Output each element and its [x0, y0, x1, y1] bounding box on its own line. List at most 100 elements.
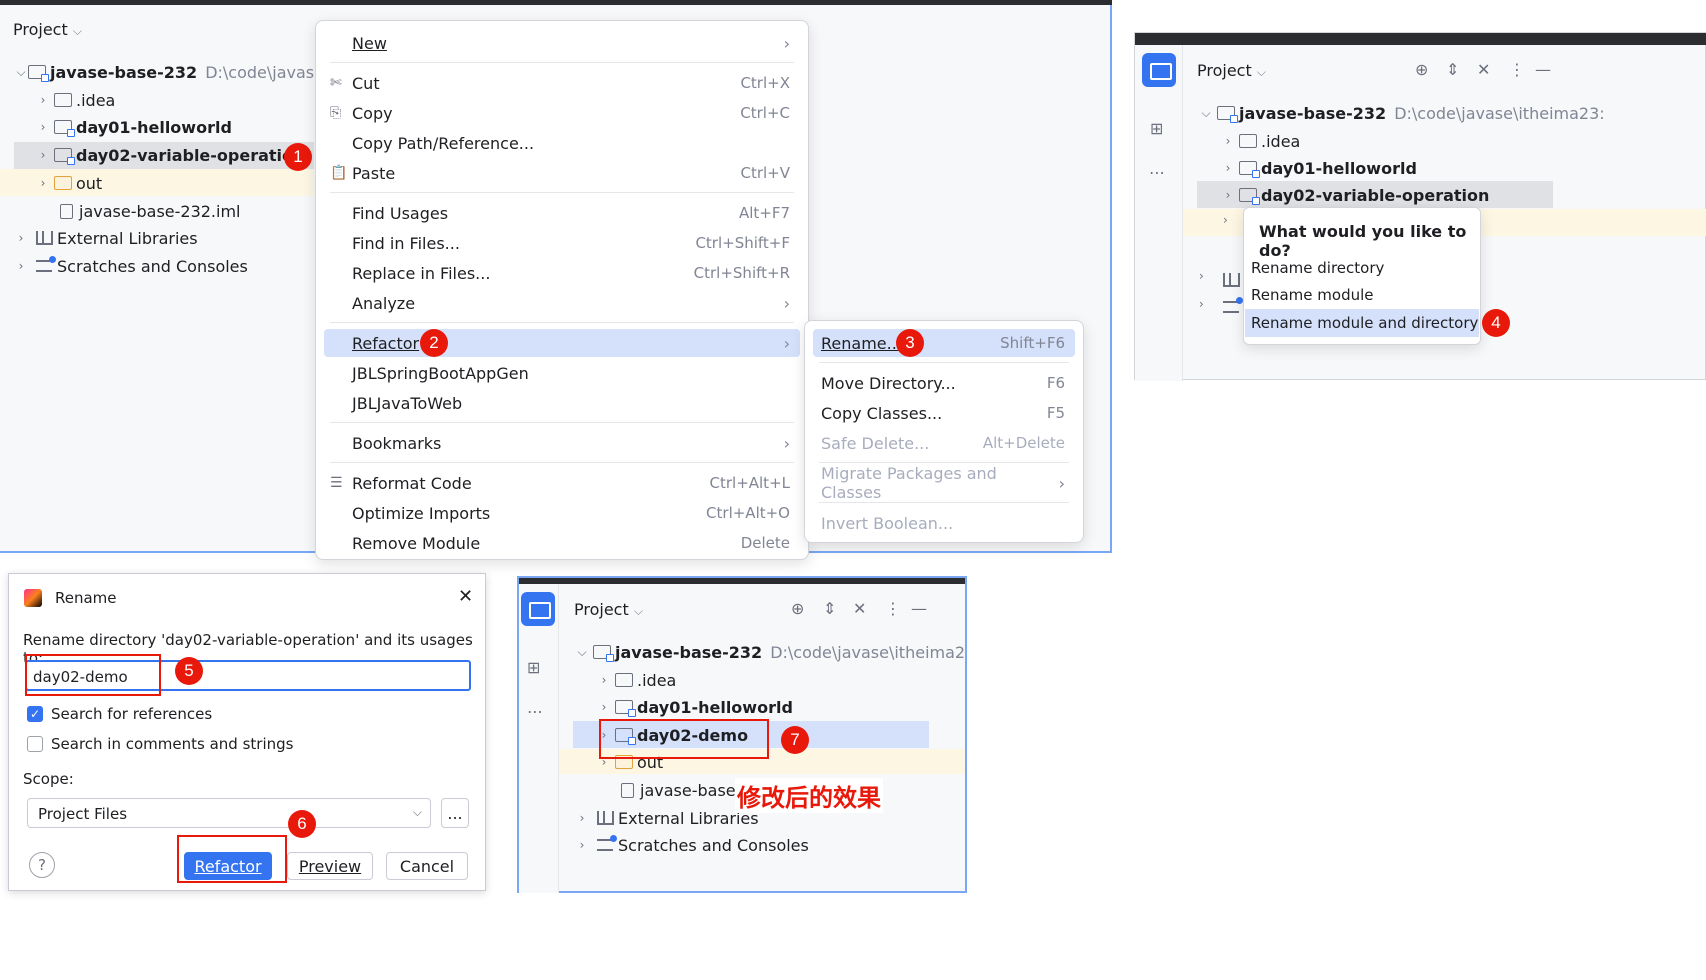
tree-root[interactable]: ⌵ javase-base-232 D:\code\javase\itheima2…	[575, 638, 965, 666]
module-folder-icon	[593, 645, 614, 662]
more-icon[interactable]: ⋯	[1149, 163, 1165, 182]
right-project-panel: ⊞ ⋯ Project ⌵ ⊕ ⇕ ✕ ⋮ — ⌵ javase-base-23…	[1134, 32, 1706, 381]
step-badge-1: 1	[284, 143, 312, 171]
highlight-box-6	[177, 835, 287, 883]
cancel-button[interactable]: Cancel	[386, 852, 468, 880]
minimize-icon[interactable]: —	[911, 599, 927, 618]
minimize-icon[interactable]: —	[1535, 60, 1551, 79]
module-folder-icon	[1239, 161, 1260, 178]
tree-item-idea[interactable]: › .idea	[36, 86, 116, 114]
more-icon[interactable]: ⋯	[527, 702, 543, 721]
folder-icon	[1239, 134, 1257, 148]
expand-icon[interactable]: ⇕	[823, 599, 836, 618]
tree-item-day01[interactable]: › day01-helloworld	[36, 113, 232, 141]
menu-item-refactor[interactable]: Refactor ›	[324, 329, 800, 357]
menu-item-jbl-spring[interactable]: JBLSpringBootAppGen	[324, 359, 800, 387]
panel-title[interactable]: Project ⌵	[574, 600, 643, 619]
module-folder-icon	[54, 148, 75, 165]
tree-item-external-libraries[interactable]: › External Libraries	[14, 224, 198, 252]
highlight-box-7	[599, 719, 769, 759]
menu-item-cut[interactable]: ✄ Cut Ctrl+X	[324, 69, 800, 97]
submenu-item-migrate[interactable]: Migrate Packages and Classes ›	[813, 464, 1075, 502]
structure-icon[interactable]: ⊞	[527, 658, 540, 677]
step-badge-7: 7	[781, 726, 809, 754]
menu-item-find-usages[interactable]: Find Usages Alt+F7	[324, 199, 800, 227]
search-references-checkbox[interactable]: ✓	[27, 706, 43, 722]
module-folder-icon	[615, 700, 636, 717]
scope-select[interactable]: Project Files ⌵	[27, 798, 431, 828]
tree-item-idea[interactable]: › .idea	[597, 666, 677, 694]
step-badge-2: 2	[420, 329, 448, 357]
highlight-box-5	[25, 654, 161, 696]
preview-button[interactable]: Preview	[287, 852, 373, 880]
tree-item-scratches[interactable]: › Scratches and Consoles	[14, 252, 248, 280]
scope-browse-button[interactable]: ...	[441, 798, 469, 828]
search-comments-checkbox[interactable]	[27, 736, 43, 752]
rename-choice-popup: What would you like to do? Rename direct…	[1243, 207, 1481, 345]
context-menu: New › ✄ Cut Ctrl+X ⎘ Copy Ctrl+C Copy Path/Re…	[315, 20, 809, 560]
dialog-title: Rename	[55, 589, 117, 607]
menu-item-find-in-files[interactable]: Find in Files... Ctrl+Shift+F	[324, 229, 800, 257]
step-badge-4: 4	[1482, 309, 1510, 337]
locate-icon[interactable]: ⊕	[791, 599, 804, 618]
folder-icon	[54, 93, 72, 107]
submenu-item-move-directory[interactable]: Move Directory... F6	[813, 369, 1075, 397]
result-annotation: 修改后的效果	[735, 778, 883, 813]
menu-item-new[interactable]: New ›	[324, 29, 800, 57]
menu-item-jbl-web[interactable]: JBLJavaToWeb	[324, 389, 800, 417]
close-icon[interactable]: ✕	[458, 586, 473, 607]
tree-item-iml[interactable]: javase-base-232.iml	[60, 197, 241, 225]
tree-item-day02[interactable]: › day02-variable-operation	[1221, 181, 1489, 209]
locate-icon[interactable]: ⊕	[1415, 60, 1428, 79]
tree-item-scratches[interactable]: › Scratches and Consoles	[575, 831, 809, 859]
submenu-item-rename[interactable]: Rename... Shift+F6	[813, 329, 1075, 357]
file-icon	[621, 782, 634, 798]
submenu-item-copy-classes[interactable]: Copy Classes... F5	[813, 399, 1075, 427]
menu-item-replace-in-files[interactable]: Replace in Files... Ctrl+Shift+R	[324, 259, 800, 287]
module-folder-icon	[1239, 188, 1260, 205]
collapse-icon[interactable]: ✕	[1477, 60, 1490, 79]
tree-item-out[interactable]: › out	[36, 169, 103, 197]
menu-item-remove-module[interactable]: Remove Module Delete	[324, 529, 800, 557]
refactor-submenu: Rename... Shift+F6 Move Directory... F6 Co…	[804, 320, 1084, 543]
tree-item-day01[interactable]: › day01-helloworld	[1221, 154, 1417, 182]
project-tool-button[interactable]	[1142, 53, 1176, 87]
structure-icon[interactable]: ⊞	[1150, 119, 1163, 138]
tree-item-iml[interactable]: javase-base-	[621, 776, 741, 804]
submenu-item-safe-delete[interactable]: Safe Delete... Alt+Delete	[813, 429, 1075, 457]
menu-item-optimize-imports[interactable]: Optimize Imports Ctrl+Alt+O	[324, 499, 800, 527]
option-rename-module-and-directory[interactable]: Rename module and directory	[1251, 314, 1478, 332]
tree-item-external-libraries[interactable]: › External Libraries	[575, 804, 759, 832]
panel-title[interactable]: Project ⌵	[1197, 61, 1266, 80]
options-icon[interactable]: ⋮	[885, 599, 901, 618]
menu-item-paste[interactable]: 📋 Paste Ctrl+V	[324, 159, 800, 187]
option-rename-module[interactable]: Rename module	[1251, 286, 1374, 304]
panel-title[interactable]: Project ⌵	[13, 20, 82, 39]
help-button[interactable]: ?	[29, 852, 55, 878]
result-project-panel: ⊞ ⋯ Project ⌵ ⊕ ⇕ ✕ ⋮ — ⌵ javase-base-23…	[517, 576, 967, 893]
menu-item-copy[interactable]: ⎘ Copy Ctrl+C	[324, 99, 800, 127]
expand-icon[interactable]: ⇕	[1446, 60, 1459, 79]
menu-item-analyze[interactable]: Analyze ›	[324, 289, 800, 317]
tree-item-day01[interactable]: › day01-helloworld	[597, 693, 793, 721]
options-icon[interactable]: ⋮	[1509, 60, 1525, 79]
tree-root[interactable]: ⌵ javase-base-232 D:\code\javase\itheima2…	[1199, 99, 1605, 127]
menu-item-reformat[interactable]: ☰ Reformat Code Ctrl+Alt+L	[324, 469, 800, 497]
tree-item-idea[interactable]: › .idea	[1221, 127, 1301, 155]
copy-icon: ⎘	[330, 105, 342, 121]
search-comments-label: Search in comments and strings	[51, 735, 294, 753]
folder-icon	[615, 673, 633, 687]
option-rename-directory[interactable]: Rename directory	[1251, 259, 1384, 277]
tree-item-day02[interactable]: › day02-variable-operation	[36, 141, 304, 169]
menu-item-copy-path[interactable]: Copy Path/Reference...	[324, 129, 800, 157]
search-references-label: Search for references	[51, 705, 213, 723]
menu-item-bookmarks[interactable]: Bookmarks ›	[324, 429, 800, 457]
step-badge-3: 3	[896, 329, 924, 357]
app-logo-icon	[24, 589, 42, 607]
step-badge-5: 5	[175, 657, 203, 685]
rename-dialog: Rename ✕ Rename directory 'day02-variabl…	[8, 573, 486, 891]
project-tool-button[interactable]	[521, 592, 555, 626]
tree-root[interactable]: ⌵ javase-base-232 D:\code\javase\i	[14, 58, 334, 86]
collapse-icon[interactable]: ✕	[853, 599, 866, 618]
submenu-item-invert-boolean[interactable]: Invert Boolean...	[813, 509, 1075, 537]
